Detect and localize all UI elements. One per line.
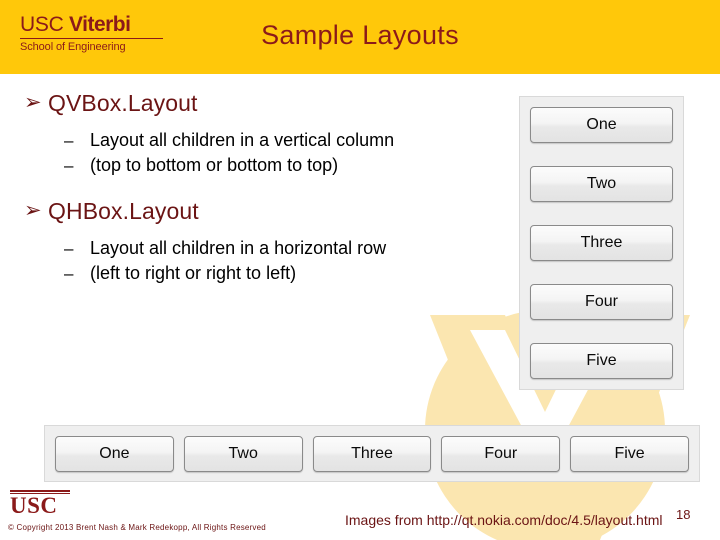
vbox-button-four[interactable]: Four <box>530 284 673 320</box>
sub-bullet-qhbox-2-label: (left to right or right to left) <box>90 263 297 283</box>
vbox-button-one[interactable]: One <box>530 107 673 143</box>
bullet-qhboxlayout-label: QHBox.Layout <box>48 198 199 224</box>
dash-bullet-icon: – <box>64 239 74 258</box>
sub-bullet-qhbox-2: – (left to right or right to left) <box>0 261 500 286</box>
copyright-notice: © Copyright 2013 Brent Nash & Mark Redek… <box>8 523 266 532</box>
sub-bullet-qvbox-1-label: Layout all children in a vertical column <box>90 130 395 150</box>
bullet-qhboxlayout: ➢ QHBox.Layout <box>0 196 500 226</box>
hbox-button-three[interactable]: Three <box>312 435 432 472</box>
slide-footer: USC © Copyright 2013 Brent Nash & Mark R… <box>0 490 720 540</box>
dash-bullet-icon: – <box>64 264 74 283</box>
arrow-bullet-icon: ➢ <box>24 199 42 222</box>
hbox-button-one[interactable]: One <box>55 435 174 472</box>
qvboxlayout-demo-panel: One Two Three Four Five <box>519 96 684 390</box>
slide-header: USC Viterbi School of Engineering Sample… <box>0 0 720 74</box>
vbox-button-three[interactable]: Three <box>530 225 673 261</box>
sub-bullet-qhbox-1-label: Layout all children in a horizontal row <box>90 238 387 258</box>
slide-body: ➢ QVBox.Layout – Layout all children in … <box>0 74 500 286</box>
sub-bullet-qvbox-2: – (top to bottom or bottom to top) <box>0 153 500 178</box>
hbox-button-four[interactable]: Four <box>441 435 561 472</box>
dash-bullet-icon: – <box>64 131 74 150</box>
bullet-qvboxlayout-label: QVBox.Layout <box>48 90 198 116</box>
bullet-qvboxlayout: ➢ QVBox.Layout <box>0 88 500 118</box>
vbox-button-five[interactable]: Five <box>530 343 673 379</box>
qhboxlayout-demo-panel: One Two Three Four Five <box>44 425 700 482</box>
sub-bullet-qhbox-1: – Layout all children in a horizontal ro… <box>0 236 500 261</box>
vbox-button-two[interactable]: Two <box>530 166 673 202</box>
arrow-bullet-icon: ➢ <box>24 91 42 114</box>
usc-footer-logo: USC <box>8 490 78 518</box>
slide-number: 18 <box>676 507 691 522</box>
hbox-button-two[interactable]: Two <box>183 435 303 472</box>
image-credit-text: Images from http://qt.nokia.com/doc/4.5/… <box>345 512 663 528</box>
dash-bullet-icon: – <box>64 156 74 175</box>
page-title: Sample Layouts <box>261 20 459 50</box>
usc-rule-upper <box>10 490 70 492</box>
hbox-button-five[interactable]: Five <box>570 435 689 472</box>
usc-footer-wordmark: USC <box>10 493 58 518</box>
sub-bullet-qvbox-1: – Layout all children in a vertical colu… <box>0 128 500 153</box>
sub-bullet-qvbox-2-label: (top to bottom or bottom to top) <box>90 155 339 175</box>
